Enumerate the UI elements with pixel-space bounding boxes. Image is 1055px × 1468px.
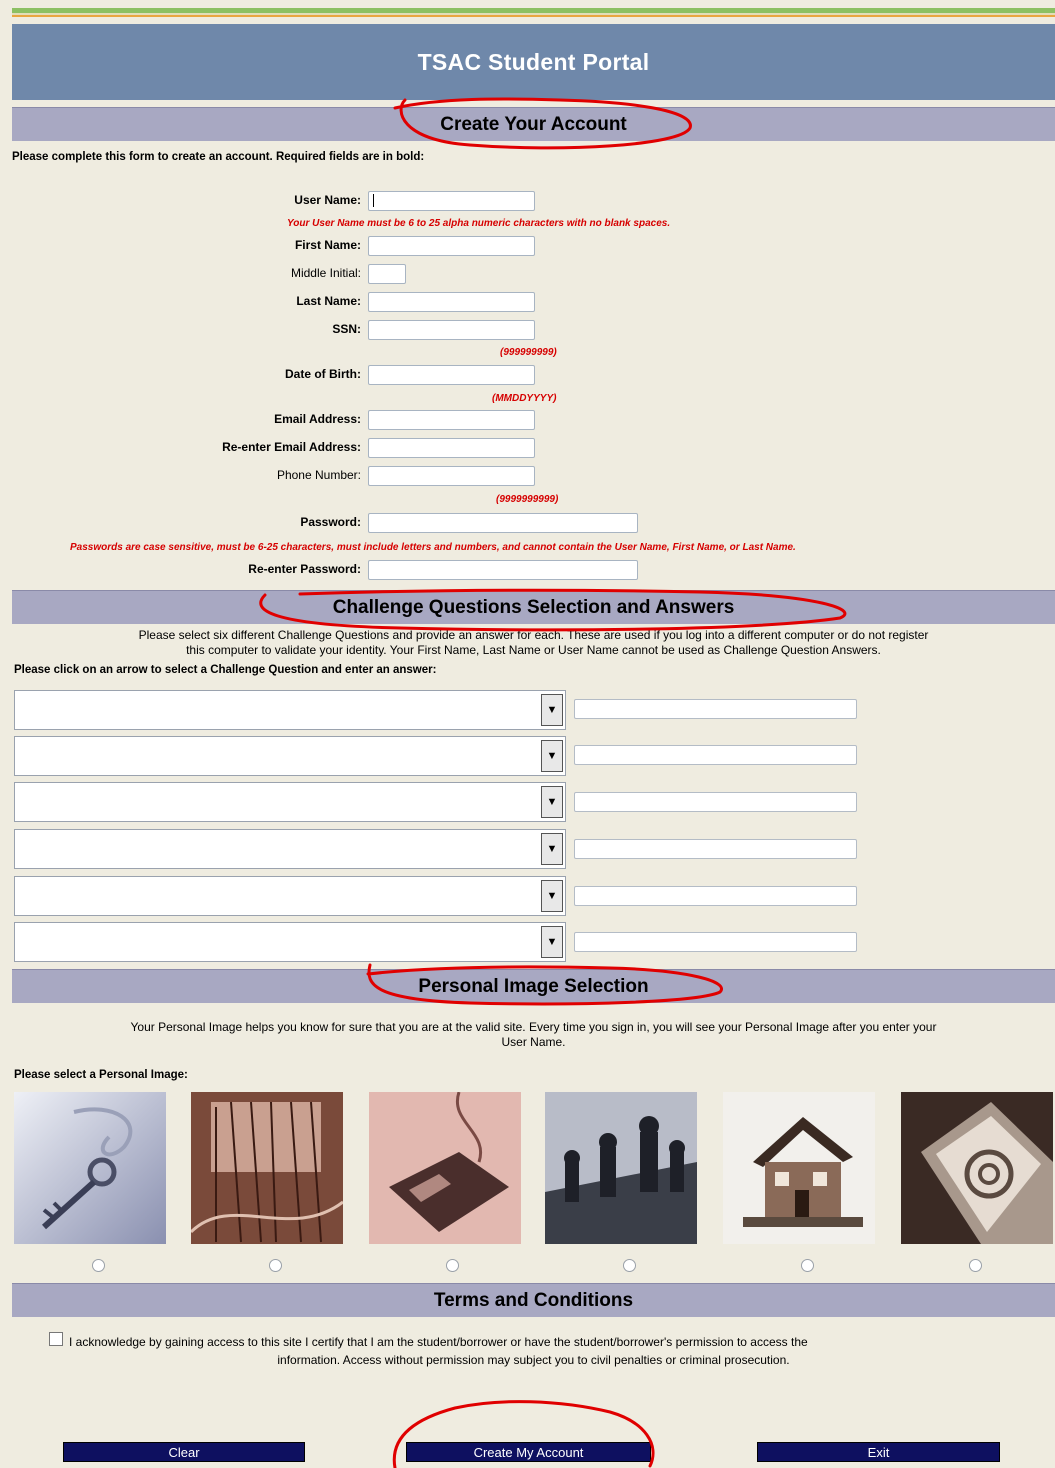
image-intro-line2: User Name. — [501, 1035, 566, 1049]
dob-label: Date of Birth: — [285, 367, 361, 381]
email-input[interactable] — [368, 410, 535, 430]
username-input[interactable] — [368, 191, 535, 211]
middle-initial-label: Middle Initial: — [290, 266, 361, 280]
dropdown-arrow-icon[interactable]: ▼ — [541, 740, 563, 772]
phone-label: Phone Number: — [276, 468, 361, 482]
challenge-question-select-6[interactable]: ▼ — [14, 922, 566, 962]
challenge-question-select-2[interactable]: ▼ — [14, 736, 566, 776]
middle-initial-input[interactable] — [368, 264, 406, 284]
section-title: Create Your Account — [440, 113, 627, 135]
username-label: User Name: — [294, 193, 361, 207]
terms-text-line1: I acknowledge by gaining access to this … — [69, 1335, 808, 1349]
challenge-question-select-5[interactable]: ▼ — [14, 876, 566, 916]
email-at-image[interactable] — [901, 1092, 1053, 1244]
challenge-answer-input-4[interactable] — [574, 839, 857, 859]
image-radio-5[interactable] — [801, 1259, 814, 1272]
page-title: TSAC Student Portal — [417, 48, 650, 75]
wires-image[interactable] — [191, 1092, 343, 1244]
portal-header: TSAC Student Portal — [12, 24, 1055, 100]
challenge-question-select-4[interactable]: ▼ — [14, 829, 566, 869]
section-title: Challenge Questions Selection and Answer… — [332, 596, 735, 618]
password-confirm-label: Re-enter Password: — [248, 562, 361, 576]
challenge-prompt: Please click on an arrow to select a Cha… — [14, 664, 437, 676]
email-label: Email Address: — [274, 412, 361, 426]
account-intro: Please complete this form to create an a… — [12, 151, 425, 163]
top-accent-stripe — [12, 8, 1055, 17]
challenge-answer-input-1[interactable] — [574, 699, 857, 719]
clear-button[interactable]: Clear — [63, 1442, 305, 1462]
section-title: Personal Image Selection — [418, 975, 649, 997]
section-create-account: Create Your Account — [12, 107, 1055, 141]
username-rule-note: Your User Name must be 6 to 25 alpha num… — [287, 218, 671, 229]
dropdown-arrow-icon[interactable]: ▼ — [541, 694, 563, 726]
password-label: Password: — [300, 515, 361, 529]
ssn-label: SSN: — [332, 322, 361, 336]
challenge-question-select-3[interactable]: ▼ — [14, 782, 566, 822]
image-radio-1[interactable] — [92, 1259, 105, 1272]
image-radio-2[interactable] — [269, 1259, 282, 1272]
challenge-question-select-1[interactable]: ▼ — [14, 690, 566, 730]
dropdown-arrow-icon[interactable]: ▼ — [541, 833, 563, 865]
email-confirm-input[interactable] — [368, 438, 535, 458]
dropdown-arrow-icon[interactable]: ▼ — [541, 786, 563, 818]
mouse-image[interactable] — [369, 1092, 521, 1244]
terms-text-line2: information. Access without permission m… — [277, 1353, 790, 1367]
dropdown-arrow-icon[interactable]: ▼ — [541, 926, 563, 958]
phone-format-note: (9999999999) — [496, 494, 559, 505]
exit-button[interactable]: Exit — [757, 1442, 1000, 1462]
last-name-label: Last Name: — [296, 294, 361, 308]
email-confirm-label: Re-enter Email Address: — [222, 440, 361, 454]
dropdown-arrow-icon[interactable]: ▼ — [541, 880, 563, 912]
image-intro-line1: Your Personal Image helps you know for s… — [130, 1020, 937, 1034]
challenge-answer-input-3[interactable] — [574, 792, 857, 812]
dob-input[interactable] — [368, 365, 535, 385]
house-image[interactable] — [723, 1092, 875, 1244]
image-radio-4[interactable] — [623, 1259, 636, 1272]
challenge-answer-input-2[interactable] — [574, 745, 857, 765]
password-rule-note: Passwords are case sensitive, must be 6-… — [70, 542, 796, 553]
chess-image[interactable] — [545, 1092, 697, 1244]
terms-checkbox[interactable] — [49, 1332, 63, 1346]
section-challenge-questions: Challenge Questions Selection and Answer… — [12, 590, 1055, 624]
key-image[interactable] — [14, 1092, 166, 1244]
first-name-label: First Name: — [294, 238, 361, 252]
section-personal-image: Personal Image Selection — [12, 969, 1055, 1003]
image-radio-3[interactable] — [446, 1259, 459, 1272]
dob-format-note: (MMDDYYYY) — [492, 393, 557, 404]
image-radio-6[interactable] — [969, 1259, 982, 1272]
image-prompt: Please select a Personal Image: — [14, 1069, 188, 1081]
first-name-input[interactable] — [368, 236, 535, 256]
challenge-answer-input-6[interactable] — [574, 932, 857, 952]
create-account-button[interactable]: Create My Account — [406, 1442, 651, 1462]
challenge-intro-line2: this computer to validate your identity.… — [186, 643, 881, 657]
text-cursor — [373, 194, 374, 207]
section-terms: Terms and Conditions — [12, 1283, 1055, 1317]
phone-input[interactable] — [368, 466, 535, 486]
ssn-format-note: (999999999) — [500, 347, 557, 358]
password-confirm-input[interactable] — [368, 560, 638, 580]
challenge-answer-input-5[interactable] — [574, 886, 857, 906]
password-input[interactable] — [368, 513, 638, 533]
ssn-input[interactable] — [368, 320, 535, 340]
section-title: Terms and Conditions — [433, 1289, 634, 1311]
last-name-input[interactable] — [368, 292, 535, 312]
challenge-intro-line1: Please select six different Challenge Qu… — [138, 628, 929, 642]
